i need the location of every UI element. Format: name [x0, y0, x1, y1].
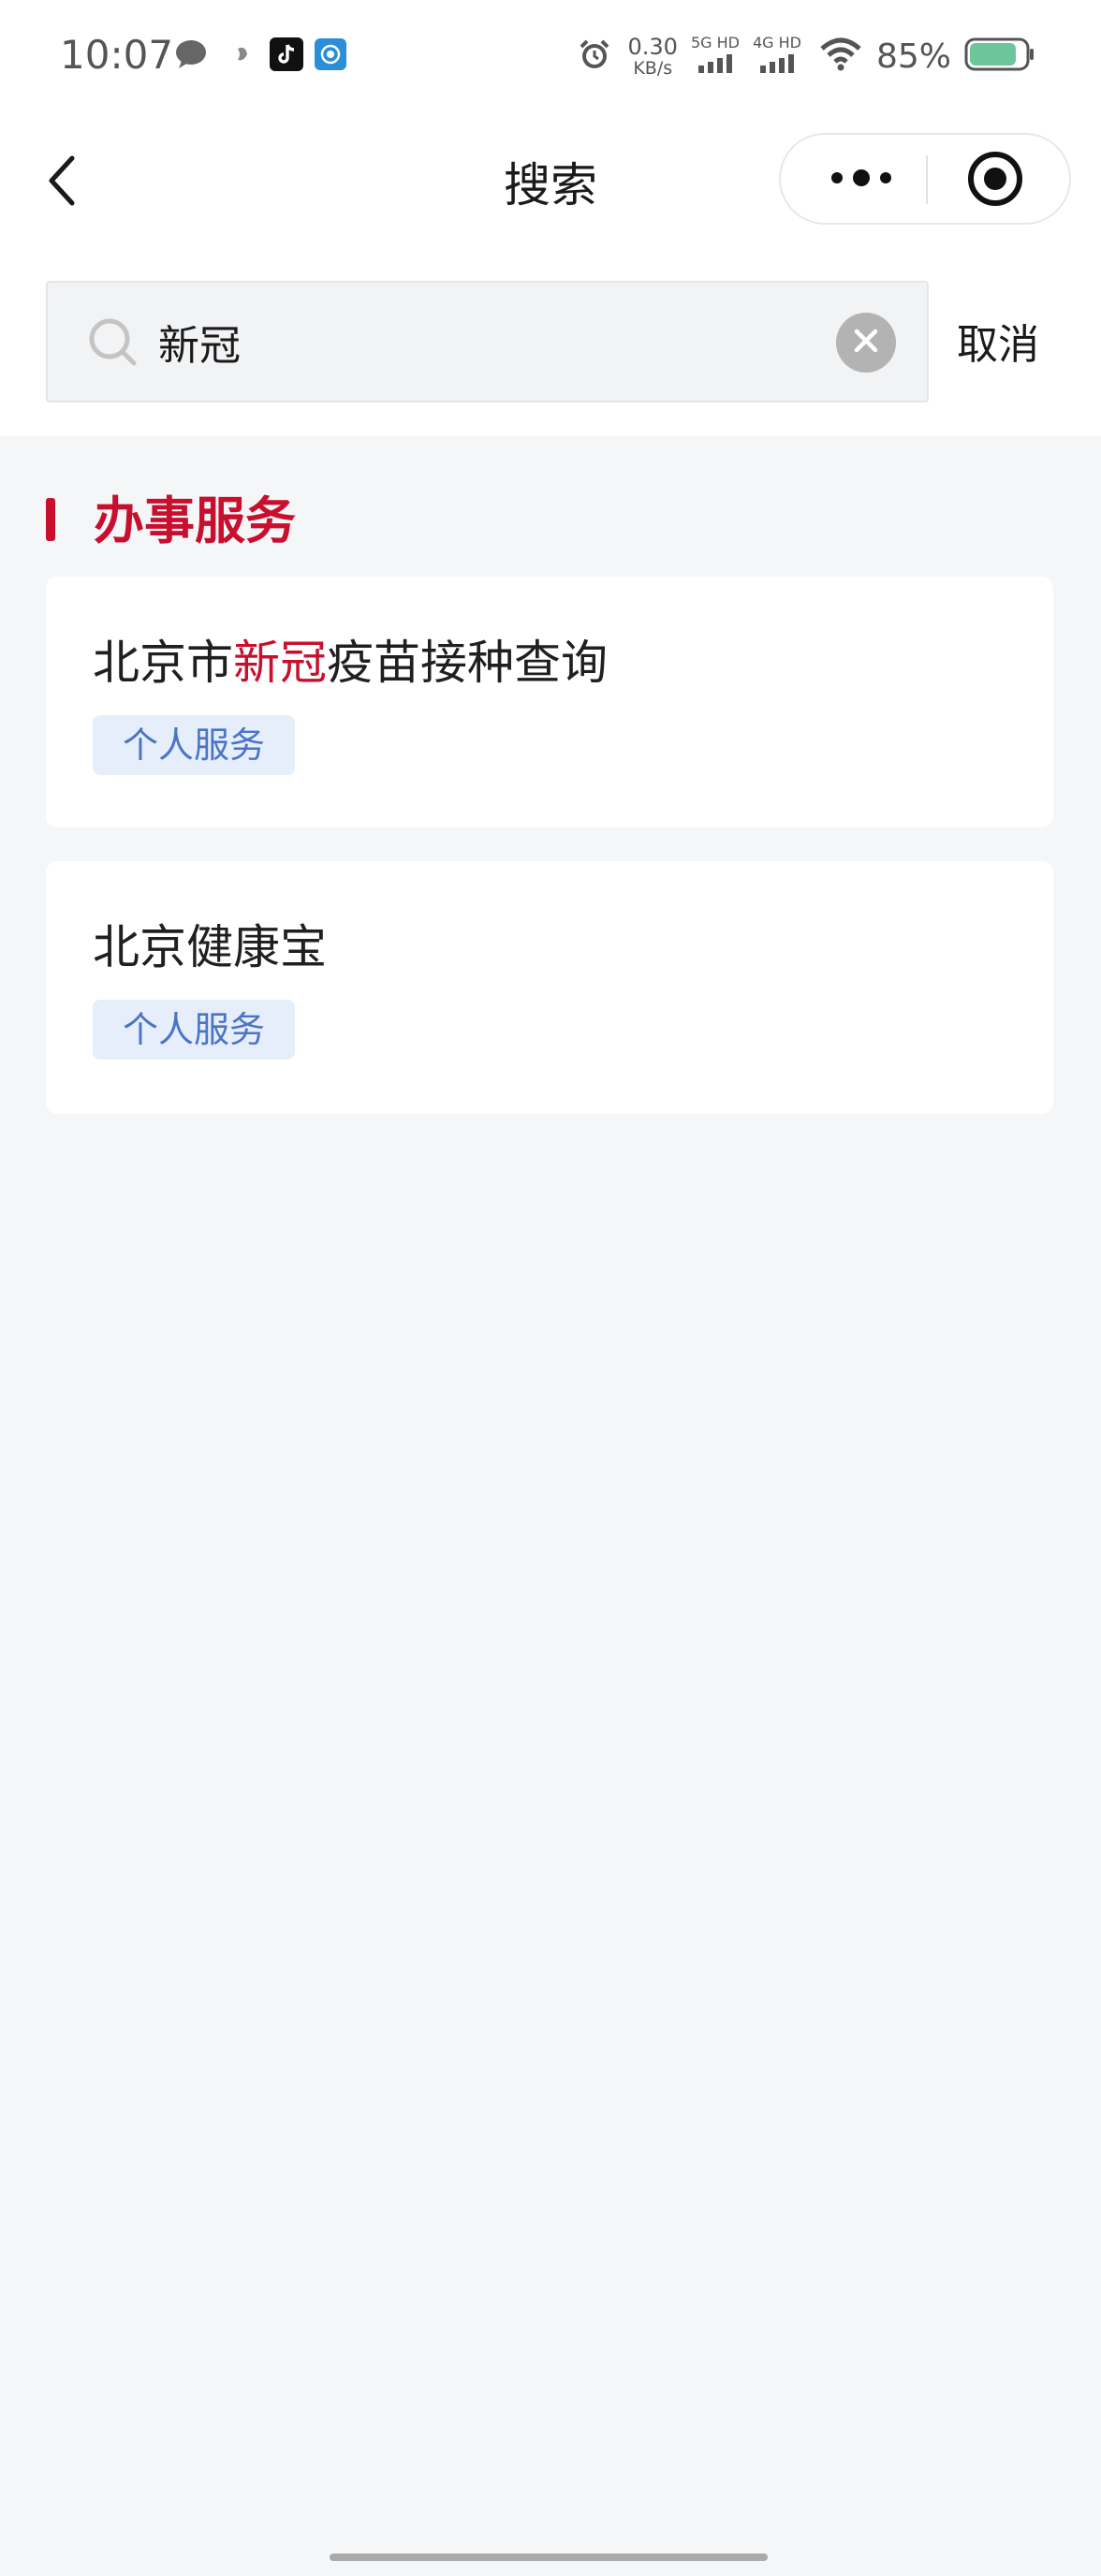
search-row: 取消 [0, 253, 1101, 436]
status-time: 10:07 [60, 32, 174, 78]
result-title-prefix: 北京市 [93, 636, 233, 690]
sim1-label: 5G HD [690, 34, 740, 51]
nav-bar: 搜索 [0, 110, 1101, 253]
sim2-label: 4G HD [752, 34, 801, 51]
signal-icon [697, 54, 734, 77]
alarm-icon [578, 37, 611, 75]
signal-icon [758, 54, 796, 77]
section-accent-bar [46, 498, 55, 541]
result-title-suffix: 疫苗接种查询 [327, 636, 608, 690]
close-icon [852, 327, 880, 359]
status-right: 0.30 KB/s 5G HD 4G HD 85% [578, 28, 1035, 84]
search-input[interactable] [158, 305, 814, 378]
mini-program-capsule [779, 133, 1071, 225]
net-speed-unit: KB/s [633, 57, 673, 79]
sim1-signal: 5G HD [691, 36, 740, 77]
result-card[interactable]: 北京健康宝 个人服务 [46, 861, 1053, 1114]
notification-icons [174, 36, 346, 77]
result-title: 北京健康宝 [93, 920, 327, 974]
section-title: 办事服务 [94, 491, 296, 550]
chat-bubble-icon [174, 38, 208, 74]
net-speed-value: 0.30 [627, 33, 678, 60]
search-box[interactable] [46, 281, 929, 402]
result-tag: 个人服务 [93, 1000, 296, 1060]
wifi-icon [820, 37, 861, 75]
sim2-signal: 4G HD [753, 36, 801, 77]
battery-icon [964, 37, 1035, 76]
result-title-highlight: 新冠 [233, 636, 327, 690]
battery-percent: 85% [875, 37, 951, 76]
result-tag: 个人服务 [93, 715, 296, 775]
search-icon [87, 316, 139, 369]
result-title: 北京市新冠疫苗接种查询 [93, 625, 608, 693]
more-button[interactable] [816, 154, 906, 206]
target-close-icon [965, 149, 1025, 212]
tiktok-icon [270, 37, 303, 75]
home-indicator[interactable] [330, 2554, 768, 2561]
section-header: 办事服务 [0, 476, 1101, 550]
net-speed: 0.30 KB/s [628, 36, 678, 78]
close-mini-program-button[interactable] [962, 148, 1028, 213]
status-bar: 10:07 0.30 KB/s 5G HD 4G HD 85% [0, 0, 1101, 110]
cancel-button[interactable]: 取消 [957, 311, 1039, 371]
target-app-icon [315, 38, 346, 74]
result-card[interactable]: 北京市新冠疫苗接种查询 个人服务 [46, 577, 1053, 827]
capsule-divider [926, 155, 928, 204]
clear-search-button[interactable] [836, 313, 896, 373]
bird-icon [234, 43, 251, 69]
more-dots-icon [829, 167, 894, 193]
